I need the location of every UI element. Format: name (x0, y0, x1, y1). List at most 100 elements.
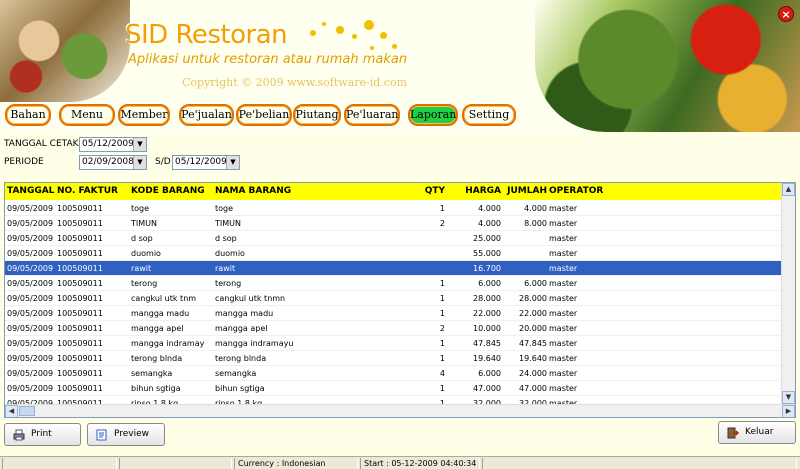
table-row[interactable]: 09/05/2009 100509011 rawit rawit 16.700 maste… (5, 261, 781, 276)
table-cell: 28.000 (473, 294, 501, 303)
menu-setting-button[interactable]: Setting (462, 104, 516, 126)
table-cell: cangkul utk tnm (131, 294, 197, 303)
table-cell: 1 (439, 354, 445, 363)
column-header[interactable]: QTY (410, 183, 445, 200)
print-button[interactable]: Print (4, 423, 81, 446)
dropdown-arrow-icon[interactable]: ▼ (133, 138, 146, 151)
table-cell: 100509011 (57, 384, 103, 393)
column-header[interactable]: KODE BARANG (131, 183, 213, 200)
dropdown-arrow-icon[interactable]: ▼ (226, 156, 239, 169)
table-row[interactable]: 09/05/2009 100509011 mangga indramay mangga… (5, 336, 781, 351)
table-cell: 09/05/2009 (7, 369, 54, 378)
app-subtitle: Aplikasi untuk restoran atau rumah makan (128, 52, 408, 67)
table-cell: 4.000 (524, 204, 547, 213)
menu-bahan-button[interactable]: Bahan (5, 104, 51, 126)
table-row[interactable]: 09/05/2009 100509011 cangkul utk tnm cangku… (5, 291, 781, 306)
table-cell: 20.000 (519, 324, 547, 333)
table-cell: 2 (439, 324, 445, 333)
vertical-scrollbar[interactable]: ▲ ▼ (781, 183, 795, 404)
table-cell: 10.000 (473, 324, 501, 333)
table-row[interactable]: 09/05/2009 100509011 semangka semangka 4 6.00… (5, 366, 781, 381)
menu-pembelian-button[interactable]: Pe'belian (236, 104, 292, 126)
periode-to-picker[interactable]: 05/12/2009 ▼ (172, 155, 240, 170)
table-cell: master (549, 324, 578, 333)
status-start-time: Start : 05-12-2009 04:40:34 (360, 458, 480, 469)
table-cell: 100509011 (57, 339, 103, 348)
table-row[interactable]: 09/05/2009 100509011 duomio duomio 55.000 mas… (5, 246, 781, 261)
table-cell: mangga madu (215, 309, 274, 318)
menu-laporan-button[interactable]: Laporan (408, 104, 458, 126)
table-cell: semangka (131, 369, 173, 378)
preview-button[interactable]: Preview (87, 423, 165, 446)
table-cell: mangga madu (131, 309, 190, 318)
menu-piutang-button[interactable]: Piutang (293, 104, 341, 126)
printer-icon (13, 429, 25, 441)
table-cell: 47.845 (473, 339, 501, 348)
menu-menu-button[interactable]: Menu (59, 104, 115, 126)
periode-from-picker[interactable]: 02/09/2008 ▼ (79, 155, 147, 170)
copyright-text: Copyright © 2009 www.software-id.com (182, 76, 408, 89)
table-row[interactable]: 09/05/2009 100509011 TIMUN TIMUN 2 4.000 8.000… (5, 216, 781, 231)
table-cell: master (549, 369, 578, 378)
column-header[interactable]: HARGA (451, 183, 501, 200)
table-cell: terong (131, 279, 158, 288)
column-header[interactable]: TANGGAL (7, 183, 57, 200)
periode-label: PERIODE (4, 157, 44, 167)
table-cell: d sop (215, 234, 237, 243)
menu-penjualan-button[interactable]: Pe'jualan (179, 104, 234, 126)
table-cell: 09/05/2009 (7, 384, 54, 393)
main-menu: Bahan Menu Member Pe'jualan Pe'belian Pi… (0, 104, 540, 126)
column-header[interactable]: OPERATOR (549, 183, 609, 200)
table-cell: 24.000 (519, 369, 547, 378)
table-row[interactable]: 09/05/2009 100509011 toge toge 1 4.000 4.000 ma… (5, 201, 781, 216)
close-icon[interactable]: × (778, 6, 794, 22)
scroll-down-icon[interactable]: ▼ (782, 391, 795, 404)
tanggal-cetak-label: TANGGAL CETAK (4, 139, 79, 149)
table-row[interactable]: 09/05/2009 100509011 terong terong 1 6.000 6.0… (5, 276, 781, 291)
table-cell: master (549, 339, 578, 348)
table-cell: master (549, 384, 578, 393)
table-cell (505, 261, 547, 276)
table-cell: d sop (131, 234, 153, 243)
keluar-button[interactable]: Keluar (718, 421, 796, 444)
table-cell: 4.000 (478, 219, 501, 228)
column-header[interactable]: NAMA BARANG (215, 183, 375, 200)
table-cell: 6.000 (478, 369, 501, 378)
table-cell: master (549, 294, 578, 303)
tanggal-cetak-picker[interactable]: 05/12/2009 ▼ (79, 137, 147, 152)
sd-label: S/D (155, 157, 171, 167)
table-cell: toge (131, 204, 150, 213)
table-cell: 1 (439, 279, 445, 288)
table-cell: terong (215, 279, 242, 288)
app-title: SID Restoran (125, 20, 288, 50)
table-row[interactable]: 09/05/2009 100509011 terong blnda terong bl… (5, 351, 781, 366)
table-cell: 25.000 (473, 234, 501, 243)
table-cell: duomio (215, 249, 245, 258)
column-header[interactable]: JUMLAH (505, 183, 547, 200)
menu-pengeluaran-button[interactable]: Pe'luaran (344, 104, 400, 126)
table-cell: rawit (215, 264, 236, 273)
table-cell (505, 231, 547, 246)
scroll-thumb[interactable] (19, 406, 35, 416)
report-grid[interactable]: TANGGAL NO. FAKTUR KODE BARANG NAMA BARA… (4, 182, 796, 418)
table-cell: mangga indramay (131, 339, 205, 348)
table-cell: 09/05/2009 (7, 339, 54, 348)
column-header[interactable]: NO. FAKTUR (57, 183, 129, 200)
table-cell: 09/05/2009 (7, 219, 54, 228)
table-row[interactable]: 09/05/2009 100509011 d sop d sop 25.000 maste… (5, 231, 781, 246)
horizontal-scrollbar[interactable]: ◀ ▶ (5, 404, 795, 417)
periode-to-value: 05/12/2009 (175, 157, 227, 167)
table-cell: master (549, 309, 578, 318)
table-cell: master (549, 219, 578, 228)
scroll-left-icon[interactable]: ◀ (5, 405, 18, 417)
scroll-right-icon[interactable]: ▶ (782, 405, 795, 417)
table-cell: 47.000 (519, 384, 547, 393)
menu-member-button[interactable]: Member (118, 104, 170, 126)
table-cell: 1 (439, 384, 445, 393)
table-row[interactable]: 09/05/2009 100509011 mangga madu mangga mad… (5, 306, 781, 321)
table-row[interactable]: 09/05/2009 100509011 mangga apel mangga ape… (5, 321, 781, 336)
dropdown-arrow-icon[interactable]: ▼ (133, 156, 146, 169)
scroll-up-icon[interactable]: ▲ (782, 183, 795, 196)
table-cell: 55.000 (473, 249, 501, 258)
table-row[interactable]: 09/05/2009 100509011 bihun sgtiga bihun sgt… (5, 381, 781, 396)
